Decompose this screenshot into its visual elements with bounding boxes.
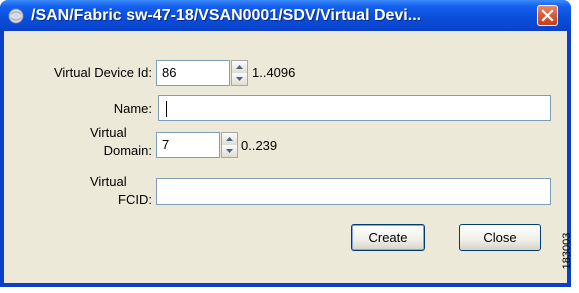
app-globe-icon bbox=[8, 8, 24, 24]
virtual-domain-range: 0..239 bbox=[241, 138, 278, 153]
text-cursor bbox=[166, 100, 167, 117]
spinner-down-button[interactable] bbox=[222, 145, 237, 157]
window-title: /SAN/Fabric sw-47-18/VSAN0001/SDV/Virtua… bbox=[31, 7, 422, 24]
chevron-up-icon bbox=[226, 137, 233, 141]
virtual-device-id-input[interactable]: 86 bbox=[156, 60, 230, 86]
virtual-device-id-range: 1..4096 bbox=[252, 65, 296, 80]
close-button[interactable]: Close bbox=[459, 224, 541, 251]
virtual-domain-input[interactable]: 7 bbox=[156, 132, 220, 158]
chevron-down-icon bbox=[236, 77, 243, 81]
virtual-fcid-input[interactable] bbox=[156, 178, 551, 205]
virtual-device-id-label: Virtual Device Id: bbox=[53, 65, 152, 80]
name-input[interactable] bbox=[158, 95, 551, 121]
virtual-fcid-label-line2: FCID: bbox=[118, 192, 152, 207]
chevron-up-icon bbox=[236, 65, 243, 69]
virtual-device-id-spinner[interactable] bbox=[231, 60, 248, 86]
virtual-fcid-label-line1: Virtual bbox=[90, 174, 127, 189]
virtual-domain-label-line2: Domain: bbox=[103, 143, 152, 158]
title-bar[interactable]: /SAN/Fabric sw-47-18/VSAN0001/SDV/Virtua… bbox=[0, 0, 571, 31]
close-icon bbox=[541, 9, 554, 22]
dialog-body: Virtual Device Id: 86 1..4096 Name: Virt… bbox=[4, 31, 567, 283]
spinner-down-button[interactable] bbox=[232, 73, 247, 85]
chevron-down-icon bbox=[226, 149, 233, 153]
create-button[interactable]: Create bbox=[351, 224, 425, 251]
virtual-domain-spinner[interactable] bbox=[221, 132, 238, 158]
figure-id-watermark: 183003 bbox=[560, 220, 576, 284]
virtual-fcid-label: Virtual FCID: bbox=[4, 173, 152, 209]
virtual-domain-label: Virtual Domain: bbox=[4, 124, 152, 160]
dialog-window: /SAN/Fabric sw-47-18/VSAN0001/SDV/Virtua… bbox=[0, 0, 571, 287]
name-label: Name: bbox=[113, 101, 152, 116]
figure-id-text: 183003 bbox=[561, 232, 573, 270]
window-close-button[interactable] bbox=[537, 5, 558, 26]
virtual-domain-label-line1: Virtual bbox=[90, 125, 127, 140]
